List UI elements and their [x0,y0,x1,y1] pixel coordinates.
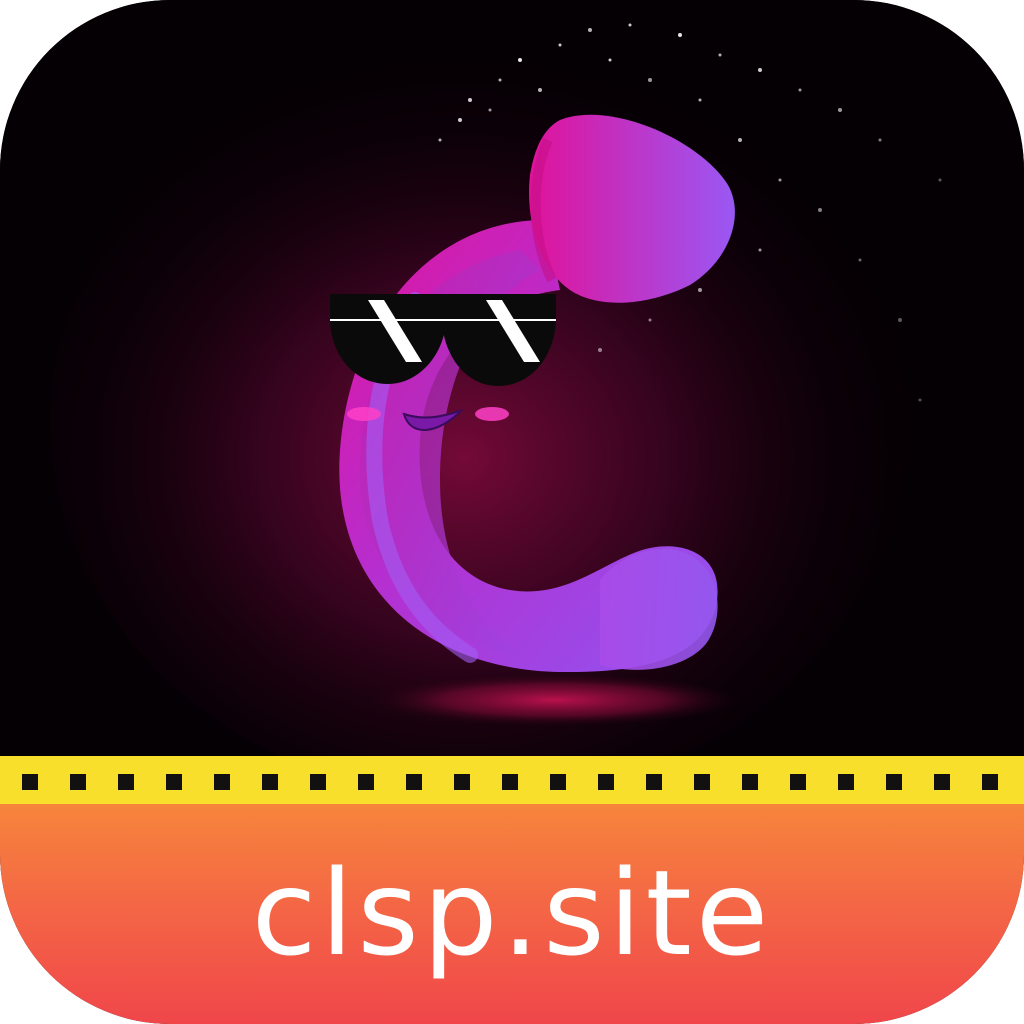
floor-glow [370,674,740,726]
sprocket-hole [166,774,182,790]
sprocket-hole [790,774,806,790]
sprocket-hole [598,774,614,790]
sprocket-hole [502,774,518,790]
sprocket-hole [262,774,278,790]
sprocket-hole [214,774,230,790]
sprocket-hole [838,774,854,790]
sprocket-hole [646,774,662,790]
mascot-scene [0,0,1024,760]
site-label: clsp.site [251,844,773,982]
sprocket-hole [934,774,950,790]
sprocket-hole [358,774,374,790]
film-strip [0,756,1024,806]
sprocket-hole [22,774,38,790]
sprocket-hole [70,774,86,790]
sprocket-hole [118,774,134,790]
sprocket-hole [454,774,470,790]
sprocket-hole [550,774,566,790]
sprocket-hole [982,774,998,790]
app-icon[interactable]: clsp.site [0,0,1024,1024]
sprocket-hole [742,774,758,790]
sprocket-hole [694,774,710,790]
sprocket-hole [310,774,326,790]
sprocket-hole [886,774,902,790]
sprocket-hole [406,774,422,790]
